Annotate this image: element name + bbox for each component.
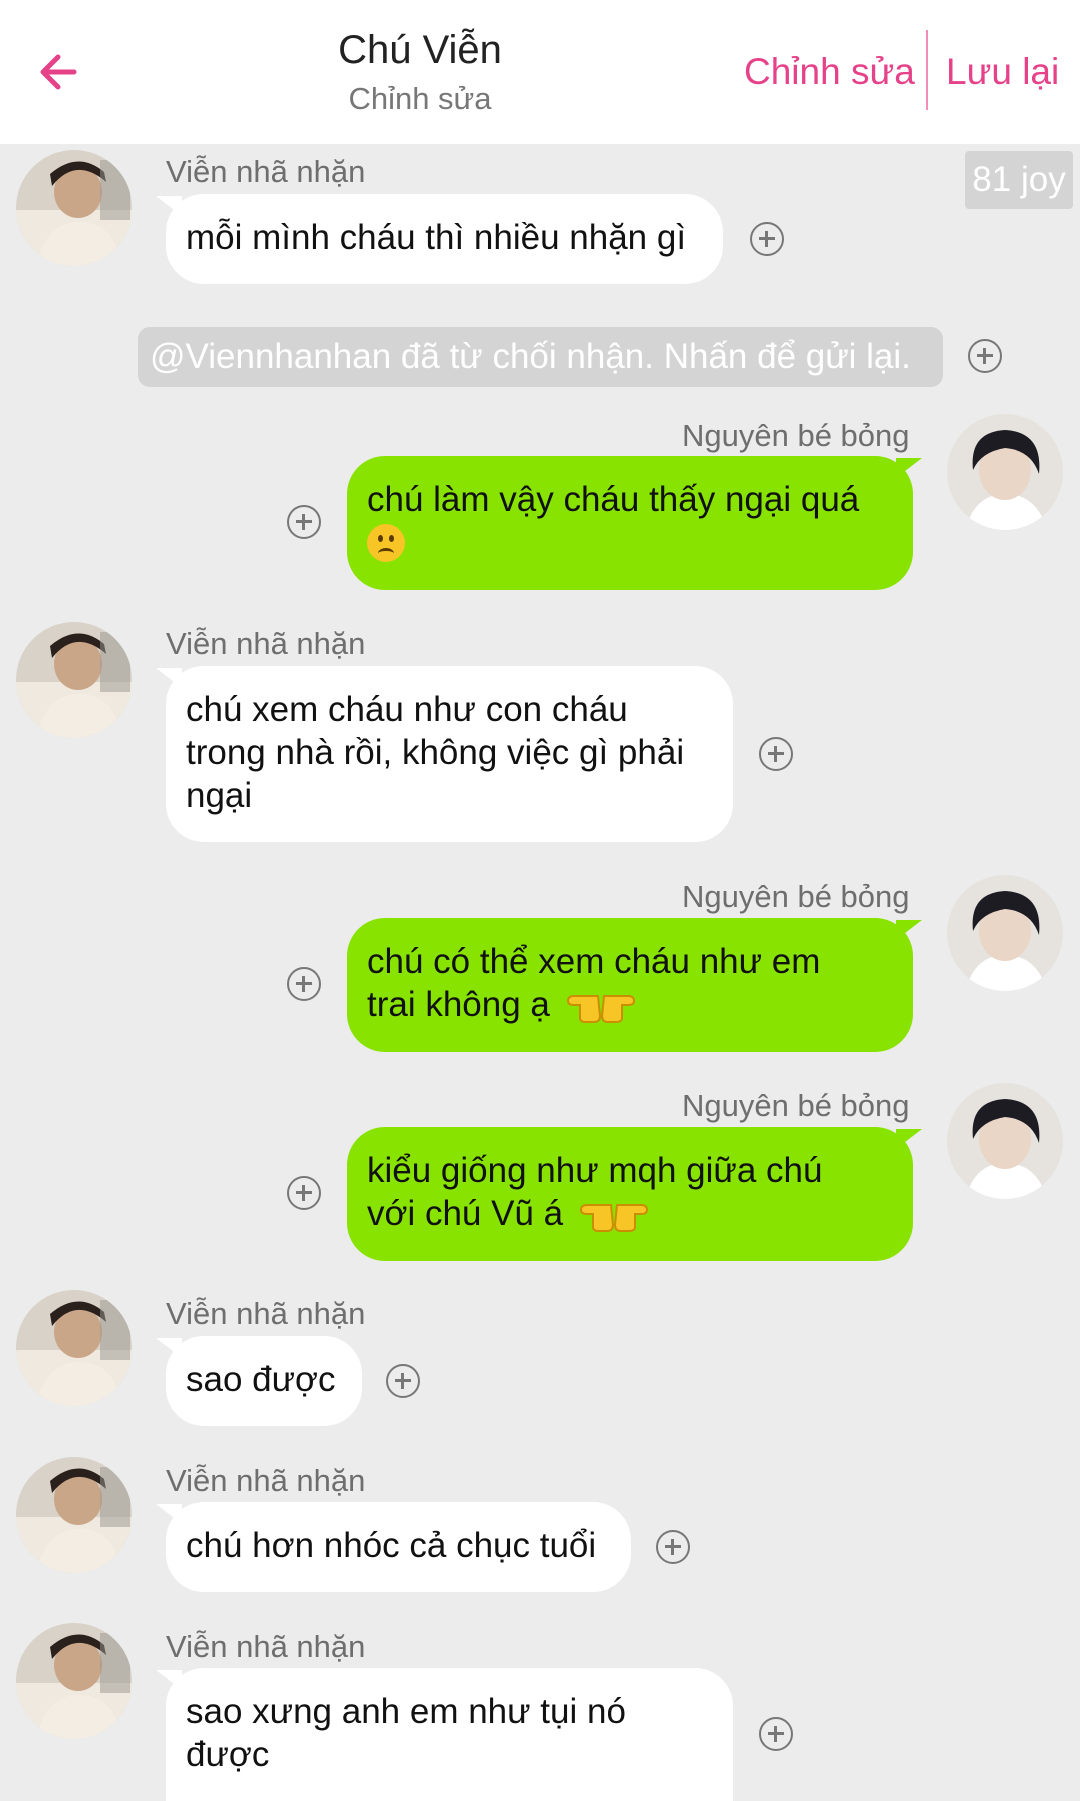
avatar[interactable] [16,1623,132,1739]
sender-name: Viễn nhã nhặn [166,154,366,189]
message-line: chú xem cháu như con cháu [186,690,628,729]
avatar[interactable] [16,1457,132,1573]
add-reaction-icon[interactable] [968,339,1002,373]
message-bubble[interactable]: mỗi mình cháu thì nhiều nhặn gì [166,194,723,284]
message-text: chú làm vậy cháu thấy ngại quá [367,480,860,519]
add-reaction-icon[interactable] [287,505,321,539]
avatar[interactable] [947,875,1063,991]
edit-button[interactable]: Chỉnh sửa [744,44,915,100]
add-reaction-icon[interactable] [759,1717,793,1751]
add-reaction-icon[interactable] [386,1364,420,1398]
message-line: được [186,1735,270,1774]
add-reaction-icon[interactable] [287,1176,321,1210]
message-line: trai không ạ [367,985,550,1024]
message-line: trong nhà rồi, không việc gì phải [186,733,685,772]
add-reaction-icon[interactable] [656,1530,690,1564]
message-line: kiểu giống như mqh giữa chú [367,1151,823,1190]
avatar[interactable] [16,150,132,266]
back-button[interactable] [30,44,86,100]
sender-name: Viễn nhã nhặn [166,1463,366,1498]
sender-name: Viễn nhã nhặn [166,626,366,661]
message-line: chú có thể xem cháu như em [367,942,821,981]
header-divider [926,30,928,110]
save-button[interactable]: Lưu lại [946,44,1059,100]
add-reaction-icon[interactable] [750,222,784,256]
message-bubble[interactable]: chú xem cháu như con cháu trong nhà rồi,… [166,666,733,842]
avatar[interactable] [947,1083,1063,1199]
chat-header: Chú Viễn Chỉnh sửa Chỉnh sửa Lưu lại [0,0,1080,144]
message-bubble[interactable]: sao được [166,1336,362,1426]
title-block: Chú Viễn Chỉnh sửa [250,22,590,120]
slightly-frowning-face-icon [367,523,893,566]
avatar[interactable] [16,622,132,738]
joy-badge: 81 joy [965,151,1073,209]
message-line: ngại [186,776,253,815]
sender-name: Nguyên bé bỏng [682,1088,910,1123]
avatar[interactable] [947,414,1063,530]
sender-name: Nguyên bé bỏng [682,879,910,914]
avatar[interactable] [16,1290,132,1406]
sender-name: Nguyên bé bỏng [682,418,910,453]
add-reaction-icon[interactable] [759,737,793,771]
page-subtitle: Chỉnh sửa [348,81,492,116]
message-bubble[interactable]: kiểu giống như mqh giữa chú với chú Vũ á [347,1127,913,1261]
add-reaction-icon[interactable] [287,967,321,1001]
sender-name: Viễn nhã nhặn [166,1296,366,1331]
message-bubble[interactable]: sao xưng anh em như tụi nó được [166,1668,733,1801]
pointing-fingers-icon [560,986,642,1034]
pointing-fingers-icon [573,1195,655,1243]
message-bubble[interactable]: chú hơn nhóc cả chục tuổi [166,1502,631,1592]
message-line: sao xưng anh em như tụi nó [186,1692,626,1731]
message-bubble[interactable]: chú làm vậy cháu thấy ngại quá [347,456,913,590]
arrow-left-icon [40,54,77,90]
sender-name: Viễn nhã nhặn [166,1629,366,1664]
message-bubble[interactable]: chú có thể xem cháu như em trai không ạ [347,918,913,1052]
system-notice[interactable]: @Viennhanhan đã từ chối nhận. Nhấn để gử… [138,327,943,387]
message-line: với chú Vũ á [367,1194,564,1233]
page-title: Chú Viễn [338,28,502,72]
